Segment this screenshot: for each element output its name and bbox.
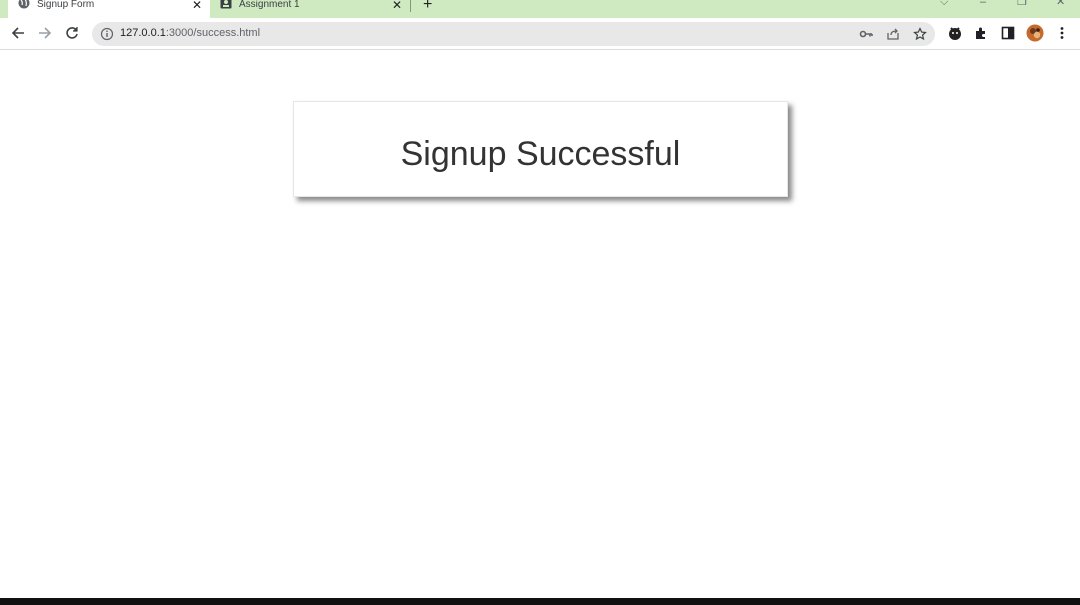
tab-title: Signup Form (37, 0, 95, 10)
url-text[interactable]: 127.0.0.1:3000/success.html (120, 27, 260, 39)
extension-icon[interactable] (946, 24, 964, 42)
tab-signup-form[interactable]: Signup Form ✕ (8, 0, 210, 18)
browser-toolbar: 127.0.0.1:3000/success.html (0, 18, 1080, 50)
globe-icon (18, 0, 30, 10)
close-tab-icon[interactable]: ✕ (192, 0, 202, 11)
tab-strip: Signup Form ✕ Assignment 1 ✕ + ⌵ – ❐ ✕ (0, 0, 1080, 18)
tab-divider (410, 0, 411, 12)
taskbar-edge (0, 598, 1080, 605)
bookmark-star-icon[interactable] (913, 27, 927, 41)
url-path: :3000/success.html (165, 27, 261, 39)
tab-title: Assignment 1 (239, 0, 300, 10)
new-tab-button[interactable]: + (423, 0, 432, 13)
avatar[interactable] (1026, 24, 1044, 42)
side-panel-icon[interactable] (999, 24, 1017, 42)
more-menu-icon[interactable] (1053, 24, 1071, 42)
contact-card-icon (220, 0, 232, 10)
reload-icon[interactable] (63, 24, 81, 42)
site-info-icon[interactable] (100, 27, 114, 41)
key-icon[interactable] (859, 27, 873, 41)
success-card: Signup Successful (293, 101, 788, 197)
puzzle-icon[interactable] (972, 24, 990, 42)
back-arrow-icon[interactable] (9, 24, 27, 42)
tab-assignment-1[interactable]: Assignment 1 ✕ (210, 0, 410, 18)
minimize-icon[interactable]: – (980, 0, 986, 8)
restore-icon[interactable]: ❐ (1017, 0, 1027, 8)
page-title: Signup Successful (400, 135, 681, 173)
url-host: 127.0.0.1 (120, 27, 166, 39)
share-icon[interactable] (886, 27, 900, 41)
forward-arrow-icon[interactable] (36, 24, 54, 42)
close-tab-icon[interactable]: ✕ (392, 0, 402, 11)
tab-search-icon[interactable]: ⌵ (940, 0, 948, 8)
address-bar[interactable]: 127.0.0.1:3000/success.html (92, 22, 935, 46)
close-window-icon[interactable]: ✕ (1056, 0, 1065, 8)
